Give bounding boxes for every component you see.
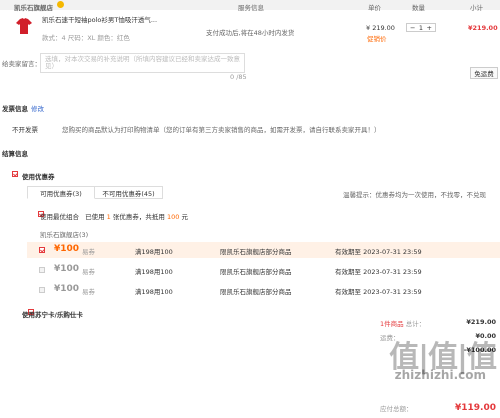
- invoice-section-title: 发票信息: [2, 105, 28, 113]
- coupon-type: 易券: [82, 268, 95, 276]
- remark-label: 给卖家留言：: [2, 60, 41, 68]
- coupon-amount: ¥100: [54, 264, 80, 274]
- settle-section-title: 结算信息: [2, 150, 28, 158]
- cart-header-bar: 凯乐石旗舰店 服务信息 单价 数量 小计: [0, 0, 500, 12]
- promo-tag: 促销价: [367, 35, 387, 43]
- coupon-checkbox[interactable]: [39, 267, 45, 273]
- col-service-header: 服务信息: [238, 4, 264, 12]
- product-thumbnail[interactable]: [14, 16, 34, 36]
- qty-increase-button[interactable]: +: [427, 24, 432, 32]
- invoice-type: 不开发票: [12, 126, 38, 134]
- best-combo-desc-1: 已使用: [85, 213, 105, 221]
- coupon-expire: 有效期至 2023-07-31 23:59: [335, 248, 422, 256]
- summary-final-label: 应付总额：: [380, 405, 413, 413]
- unit-price: ¥ 219.00: [366, 24, 395, 32]
- invoice-edit-link[interactable]: 修改: [31, 103, 44, 113]
- product-attributes: 款式：4 尺码：XL 颜色：红色: [42, 34, 130, 42]
- coupon-tabs: 可用优惠券(3) 不可用优惠券(45): [27, 186, 163, 199]
- subtotal-price: ¥219.00: [468, 24, 498, 32]
- coupon-amount: ¥100: [54, 244, 80, 254]
- coupon-expire: 有效期至 2023-07-31 23:59: [335, 288, 422, 296]
- coupon-amount: ¥100: [54, 284, 80, 294]
- shop-coupon-group: 凯乐石旗舰店(3): [40, 231, 89, 239]
- coupon-type: 易券: [82, 248, 95, 256]
- product-title[interactable]: 凯乐石速干短袖polo衫男T恤吸汗透气...: [42, 16, 162, 24]
- quantity-stepper[interactable]: − 1 +: [406, 23, 436, 32]
- summary-items: 1件商品: [380, 320, 404, 328]
- coupon-row[interactable]: ¥100 易券 满198用100 限凯乐石旗舰店部分商品 有效期至 2023-0…: [27, 282, 500, 298]
- tab-unavailable-coupons[interactable]: 不可用优惠券(45): [95, 186, 163, 199]
- coupon-scope: 限凯乐石旗舰店部分商品: [220, 248, 292, 256]
- best-combo-desc-2: 张优惠券，共抵用: [112, 213, 165, 221]
- best-combo-unit: 元: [181, 213, 188, 221]
- qty-value[interactable]: 1: [419, 24, 423, 32]
- shop-name[interactable]: 凯乐石旗舰店: [14, 2, 53, 12]
- coupon-condition: 满198用100: [135, 288, 173, 296]
- summary-total-value: ¥219.00: [466, 318, 496, 326]
- best-combo-amount: 100: [166, 213, 180, 221]
- coupon-expire: 有效期至 2023-07-31 23:59: [335, 268, 422, 276]
- coupon-condition: 满198用100: [135, 268, 173, 276]
- invoice-note: 您购买的商品默认为打印购物清单（您的订单有第三方卖家销售的商品，如需开发票，请自…: [62, 126, 381, 134]
- col-unit-price-header: 单价: [368, 4, 381, 12]
- coupon-row[interactable]: ¥100 易券 满198用100 限凯乐石旗舰店部分商品 有效期至 2023-0…: [27, 262, 500, 278]
- coupon-row[interactable]: ¥100 易券 满198用100 限凯乐石旗舰店部分商品 有效期至 2023-0…: [27, 242, 500, 258]
- coupon-type: 易券: [82, 288, 95, 296]
- coupon-checkbox[interactable]: [39, 287, 45, 293]
- remark-char-count: 0 /85: [230, 73, 247, 81]
- coupon-checkbox[interactable]: [39, 247, 45, 253]
- free-shipping-button[interactable]: 免运费: [470, 67, 498, 79]
- coupon-scope: 限凯乐石旗舰店部分商品: [220, 268, 292, 276]
- summary-final-row: 应付总额： ¥119.00: [380, 403, 496, 413]
- watermark-url: zhizhizhi.com: [394, 368, 486, 382]
- summary-total-row: 1件商品 总计： ¥219.00: [380, 318, 496, 328]
- coupon-scope: 限凯乐石旗舰店部分商品: [220, 288, 292, 296]
- summary-final-value: ¥119.00: [455, 403, 496, 413]
- col-qty-header: 数量: [412, 4, 425, 12]
- use-coupon-label[interactable]: 使用优惠券: [22, 171, 55, 181]
- coupon-tip: 温馨提示：优惠券均为一次使用，不找零，不兑现: [343, 191, 486, 199]
- best-combo-label[interactable]: 使用最优组合: [40, 213, 79, 221]
- remark-textarea[interactable]: 选填，对本次交易的补充说明（所填内容建议已经和卖家达成一致意见）: [40, 53, 245, 73]
- tab-available-coupons[interactable]: 可用优惠券(3): [27, 186, 95, 199]
- coupon-condition: 满198用100: [135, 248, 173, 256]
- col-subtotal-header: 小计: [470, 4, 483, 12]
- qty-decrease-button[interactable]: −: [410, 24, 415, 32]
- best-combo-line: 使用最优组合 已使用 1 张优惠券，共抵用 100 元: [40, 211, 188, 221]
- best-combo-count: 1: [106, 213, 111, 221]
- summary-total-label: 总计：: [405, 320, 426, 328]
- use-coupon-checkbox[interactable]: [12, 171, 18, 177]
- shop-crown-icon: [57, 1, 64, 8]
- service-info: 支付成功后,将在48小时内发货: [206, 29, 295, 37]
- suning-card-label[interactable]: 使用苏宁卡/乐购仕卡: [22, 309, 83, 319]
